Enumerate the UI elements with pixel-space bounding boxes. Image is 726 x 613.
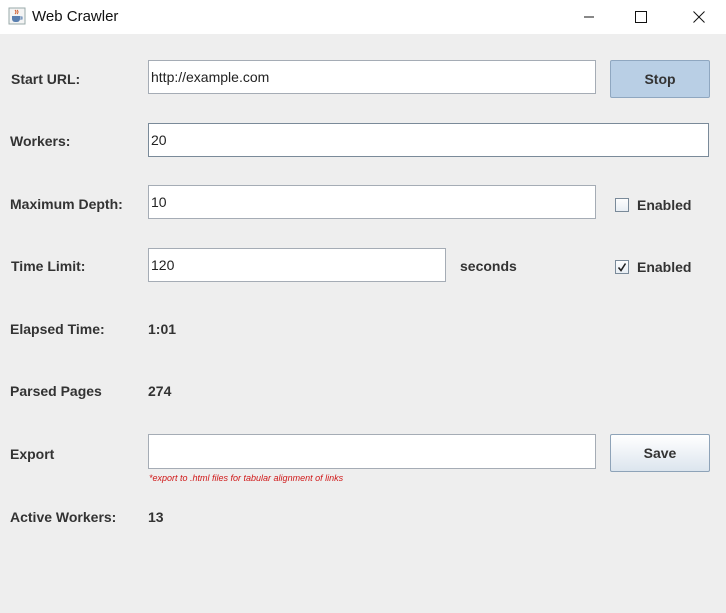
export-hint: *export to .html files for tabular align… (149, 473, 344, 483)
title-bar: Web Crawler (0, 0, 726, 34)
time-limit-enabled-label: Enabled (637, 259, 692, 275)
elapsed-time-label: Elapsed Time: (10, 321, 105, 337)
max-depth-input[interactable] (148, 185, 596, 219)
max-depth-label: Maximum Depth: (10, 196, 123, 212)
checkbox-box (615, 198, 629, 212)
parsed-pages-label: Parsed Pages (10, 383, 102, 399)
start-url-label: Start URL: (11, 71, 81, 87)
window-title: Web Crawler (32, 8, 119, 25)
maximize-button[interactable] (618, 0, 664, 34)
active-workers-label: Active Workers: (10, 509, 117, 525)
close-button[interactable] (676, 0, 722, 34)
elapsed-time-value: 1:01 (148, 321, 177, 337)
minimize-icon (584, 16, 594, 18)
workers-input[interactable] (148, 123, 709, 157)
checkbox-box (615, 260, 629, 274)
export-input[interactable] (148, 434, 596, 469)
java-cup-icon (8, 7, 26, 25)
max-depth-enabled-label: Enabled (637, 197, 692, 213)
stop-button[interactable]: Stop (610, 60, 710, 98)
start-url-input[interactable] (148, 60, 596, 94)
close-icon (693, 11, 705, 23)
export-label: Export (10, 446, 55, 462)
max-depth-enabled-checkbox[interactable]: Enabled (615, 197, 691, 213)
parsed-pages-value: 274 (148, 383, 172, 399)
time-limit-input[interactable] (148, 248, 446, 282)
time-limit-label: Time Limit: (11, 258, 86, 274)
workers-label: Workers: (10, 133, 71, 149)
maximize-icon (635, 11, 647, 23)
time-limit-enabled-checkbox[interactable]: Enabled (615, 259, 691, 275)
checkmark-icon (617, 263, 627, 272)
active-workers-value: 13 (148, 509, 164, 525)
time-limit-unit: seconds (460, 258, 517, 274)
save-button[interactable]: Save (610, 434, 710, 472)
minimize-button[interactable] (566, 0, 612, 34)
